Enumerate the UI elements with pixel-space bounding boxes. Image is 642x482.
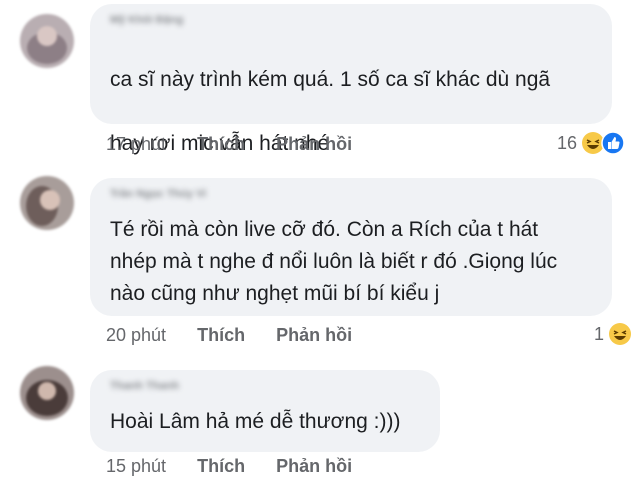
reaction-count: 1 [594, 323, 605, 344]
avatar[interactable] [20, 366, 74, 420]
comment-bubble: Trần Ngọc Thúy Vi Té rồi mà còn live cỡ … [90, 178, 612, 316]
comment-timestamp[interactable]: 17 phút [106, 134, 166, 155]
comment-text: Hoài Lâm hả mé dễ thương :))) [110, 410, 401, 433]
comment-bubble: Thanh Thanh Hoài Lâm hả mé dễ thương :))… [90, 370, 440, 452]
comment-actions: 17 phút Thích Phản hồi [106, 134, 352, 155]
comment-bubble: Mỹ Khôi Đặng ca sĩ này trình kém quá. 1 … [90, 4, 612, 252]
laughing-face-icon [608, 322, 632, 346]
comment-timestamp[interactable]: 20 phút [106, 325, 166, 346]
comment-actions: 15 phút Thích Phản hồi [106, 456, 352, 477]
reaction-summary[interactable]: 16 [557, 131, 625, 155]
comment-author[interactable]: Trần Ngọc Thúy Vi [110, 188, 206, 200]
comment-actions: 20 phút Thích Phản hồi [106, 325, 352, 346]
reply-button[interactable]: Phản hồi [276, 134, 352, 155]
reply-button[interactable]: Phản hồi [276, 456, 352, 477]
comment-author[interactable]: Mỹ Khôi Đặng [110, 14, 183, 26]
like-thumb-icon [601, 131, 625, 155]
reaction-summary[interactable]: 1 [594, 322, 632, 346]
like-button[interactable]: Thích [197, 325, 245, 346]
comment-text: Té rồi mà còn live cỡ đó. Còn a Rích của… [110, 218, 558, 305]
comment-author[interactable]: Thanh Thanh [110, 380, 179, 392]
comment-text-line: ca sĩ này trình kém quá. 1 số ca sĩ khác… [110, 68, 551, 91]
avatar[interactable] [20, 14, 74, 68]
like-button[interactable]: Thích [197, 134, 245, 155]
comment-timestamp[interactable]: 15 phút [106, 456, 166, 477]
like-button[interactable]: Thích [197, 456, 245, 477]
avatar[interactable] [20, 176, 74, 230]
reaction-count: 16 [557, 132, 578, 153]
reply-button[interactable]: Phản hồi [276, 325, 352, 346]
